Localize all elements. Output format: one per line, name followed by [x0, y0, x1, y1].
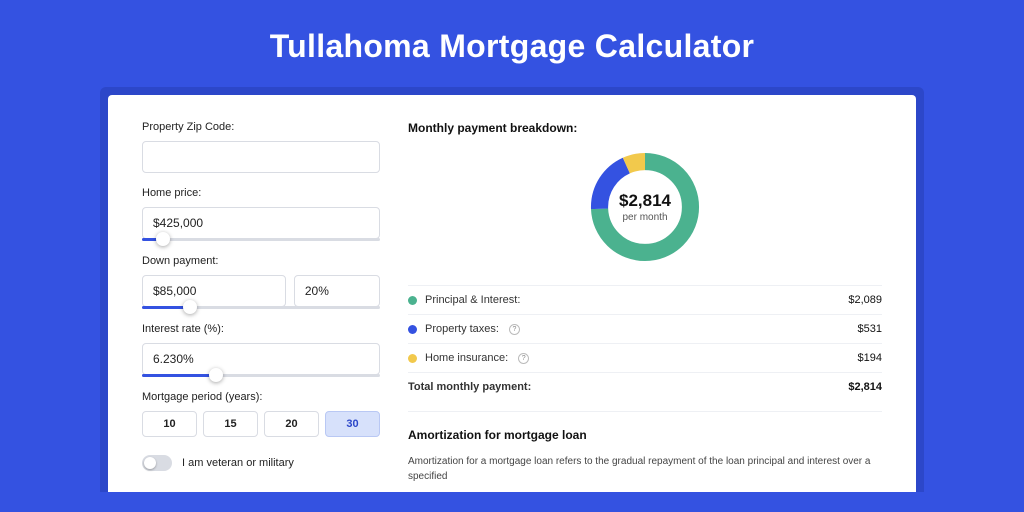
legend-label: Principal & Interest:: [425, 294, 520, 306]
page-title: Tullahoma Mortgage Calculator: [0, 0, 1024, 87]
home-price-label: Home price:: [142, 187, 380, 199]
amortization-text: Amortization for a mortgage loan refers …: [408, 454, 882, 484]
legend-label: Home insurance:: [425, 352, 508, 364]
period-button-20[interactable]: 20: [264, 411, 319, 437]
legend-value: $531: [858, 323, 882, 335]
legend-row: Property taxes:? $531: [408, 314, 882, 343]
amortization-block: Amortization for mortgage loan Amortizat…: [408, 411, 882, 484]
veteran-row: I am veteran or military: [142, 455, 380, 471]
zip-label: Property Zip Code:: [142, 121, 380, 133]
legend-total-value: $2,814: [848, 381, 882, 393]
veteran-toggle[interactable]: [142, 455, 172, 471]
donut-sub: per month: [622, 212, 667, 223]
legend-total-row: Total monthly payment: $2,814: [408, 372, 882, 401]
interest-rate-input[interactable]: [142, 343, 380, 375]
down-payment-slider-thumb[interactable]: [183, 300, 197, 314]
interest-rate-slider[interactable]: [142, 374, 380, 377]
donut-chart-area: $2,814 per month: [408, 147, 882, 267]
results-column: Monthly payment breakdown: $2,814 per mo…: [408, 121, 882, 484]
legend-dot-icon: [408, 325, 417, 334]
legend-value: $194: [858, 352, 882, 364]
legend-dot-icon: [408, 296, 417, 305]
zip-input[interactable]: [142, 141, 380, 173]
donut-chart: $2,814 per month: [585, 147, 705, 267]
info-icon[interactable]: ?: [509, 324, 520, 335]
interest-rate-field: Interest rate (%):: [142, 323, 380, 377]
interest-rate-slider-thumb[interactable]: [209, 368, 223, 382]
breakdown-title: Monthly payment breakdown:: [408, 121, 882, 135]
down-payment-label: Down payment:: [142, 255, 380, 267]
donut-center: $2,814 per month: [585, 147, 705, 267]
info-icon[interactable]: ?: [518, 353, 529, 364]
period-field: Mortgage period (years): 10152030: [142, 391, 380, 437]
legend-total-label: Total monthly payment:: [408, 381, 531, 393]
legend-dot-icon: [408, 354, 417, 363]
home-price-input[interactable]: [142, 207, 380, 239]
down-payment-field: Down payment:: [142, 255, 380, 309]
calculator-panel: Property Zip Code: Home price: Down paym…: [108, 95, 916, 492]
legend-label: Property taxes:: [425, 323, 499, 335]
panel-outer: Property Zip Code: Home price: Down paym…: [100, 87, 924, 492]
home-price-field: Home price:: [142, 187, 380, 241]
veteran-toggle-knob: [144, 457, 156, 469]
amortization-title: Amortization for mortgage loan: [408, 428, 882, 442]
zip-field: Property Zip Code:: [142, 121, 380, 173]
legend-value: $2,089: [848, 294, 882, 306]
down-payment-input[interactable]: [142, 275, 286, 307]
period-button-30[interactable]: 30: [325, 411, 380, 437]
interest-rate-slider-fill: [142, 374, 216, 377]
down-payment-slider[interactable]: [142, 306, 380, 309]
home-price-slider-thumb[interactable]: [156, 232, 170, 246]
legend-row: Home insurance:? $194: [408, 343, 882, 372]
veteran-label: I am veteran or military: [182, 457, 294, 469]
form-column: Property Zip Code: Home price: Down paym…: [142, 121, 380, 484]
home-price-slider[interactable]: [142, 238, 380, 241]
down-payment-pct-input[interactable]: [294, 275, 380, 307]
period-button-10[interactable]: 10: [142, 411, 197, 437]
donut-amount: $2,814: [619, 191, 671, 211]
legend-row: Principal & Interest: $2,089: [408, 285, 882, 314]
period-label: Mortgage period (years):: [142, 391, 380, 403]
interest-rate-label: Interest rate (%):: [142, 323, 380, 335]
period-button-15[interactable]: 15: [203, 411, 258, 437]
